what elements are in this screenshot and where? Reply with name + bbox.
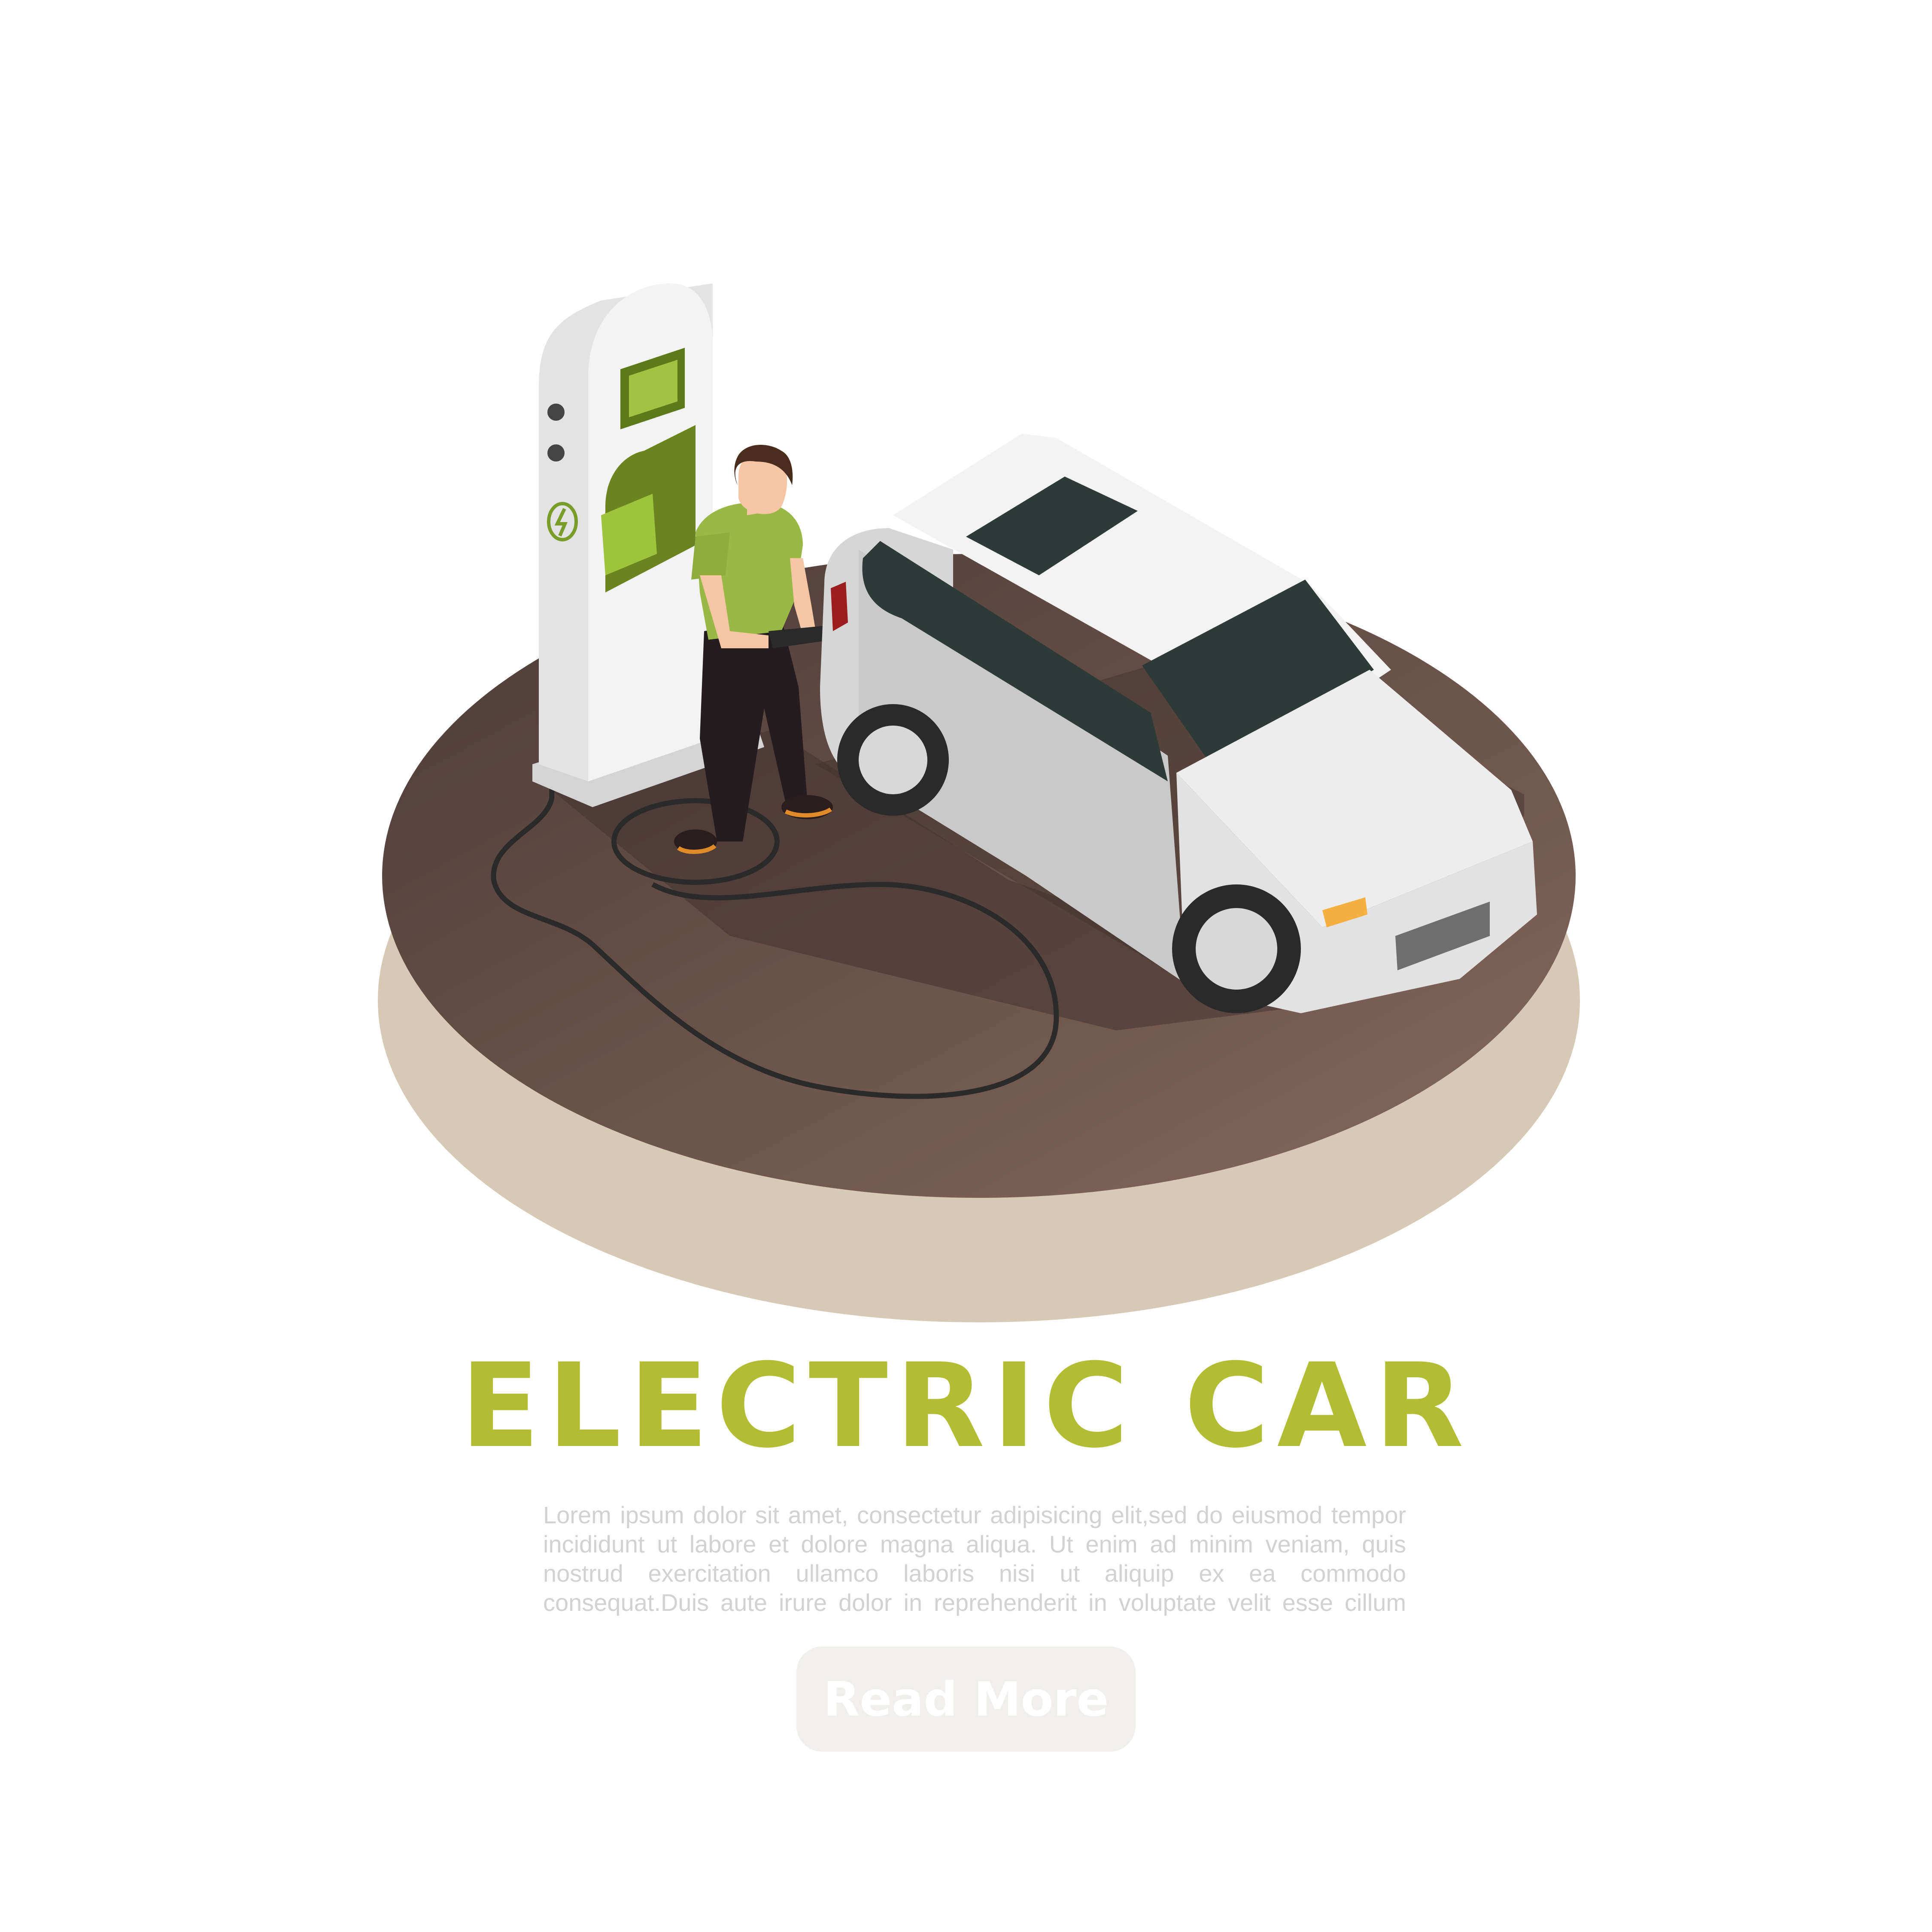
station-socket-top — [547, 404, 565, 421]
station-socket-bottom — [547, 444, 565, 462]
description-text: Lorem ipsum dolor sit amet, consectetur … — [543, 1501, 1406, 1616]
page-title: ELECTRIC CAR — [460, 1338, 1472, 1473]
illustration — [378, 283, 1580, 1322]
read-more-button[interactable]: Read More — [796, 1646, 1136, 1752]
car-charge-port — [831, 582, 848, 631]
